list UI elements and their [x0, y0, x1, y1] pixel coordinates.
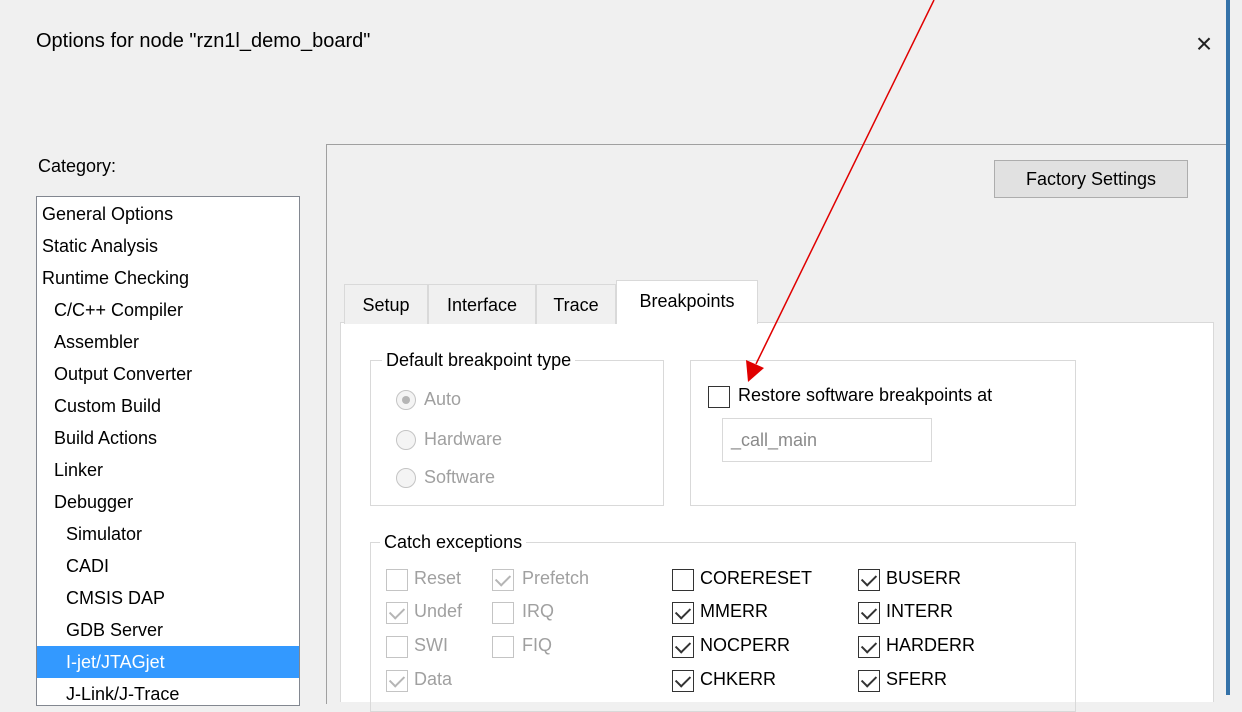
prefetch-label: Prefetch — [522, 568, 590, 588]
buserr-label: BUSERR — [886, 568, 962, 588]
reset-label: Reset — [414, 568, 462, 588]
buserr-checkbox[interactable] — [858, 569, 880, 591]
category-item-gdb-server[interactable]: GDB Server — [37, 614, 299, 646]
check-mark — [860, 570, 878, 587]
irq-label: IRQ — [522, 601, 555, 621]
radio-auto-label: Auto — [424, 389, 462, 409]
tab-setup[interactable]: Setup — [344, 284, 428, 324]
category-label: Category: — [38, 156, 117, 176]
category-item-linker[interactable]: Linker — [37, 454, 299, 486]
prefetch-checkbox[interactable] — [492, 569, 514, 591]
swi-checkbox[interactable] — [386, 636, 408, 658]
category-item-runtime-checking[interactable]: Runtime Checking — [37, 262, 299, 294]
restore-breakpoints-label: Restore software breakpoints at — [738, 385, 993, 405]
window-title: Options for node "rzn1l_demo_board" — [36, 30, 371, 52]
check-mark — [860, 637, 878, 654]
undef-checkbox[interactable] — [386, 602, 408, 624]
tab-trace[interactable]: Trace — [536, 284, 616, 324]
default-breakpoint-title: Default breakpoint type — [382, 350, 576, 371]
category-item-assembler[interactable]: Assembler — [37, 326, 299, 358]
check-mark — [674, 603, 692, 620]
interr-label: INTERR — [886, 601, 953, 621]
radio-auto-dot — [402, 396, 410, 404]
factory-settings-button[interactable]: Factory Settings — [994, 160, 1188, 198]
chkerr-label: CHKERR — [700, 669, 777, 689]
category-item-jlink-jtrace[interactable]: J-Link/J-Trace — [37, 678, 299, 705]
radio-software[interactable] — [396, 468, 416, 488]
nocperr-checkbox[interactable] — [672, 636, 694, 658]
check-mark — [388, 603, 406, 620]
restore-breakpoints-checkbox[interactable] — [708, 386, 730, 408]
data-label: Data — [414, 669, 453, 689]
harderr-label: HARDERR — [886, 635, 976, 655]
radio-hardware[interactable] — [396, 430, 416, 450]
tab-breakpoints[interactable]: Breakpoints — [616, 280, 758, 324]
radio-auto[interactable] — [396, 390, 416, 410]
category-item-custom-build[interactable]: Custom Build — [37, 390, 299, 422]
check-mark — [674, 637, 692, 654]
category-item-static-analysis[interactable]: Static Analysis — [37, 230, 299, 262]
mmerr-checkbox[interactable] — [672, 602, 694, 624]
category-item-ijet-jtagjet[interactable]: I-jet/JTAGjet — [37, 646, 299, 678]
corereset-label: CORERESET — [700, 568, 813, 588]
corereset-checkbox[interactable] — [672, 569, 694, 591]
tab-interface[interactable]: Interface — [428, 284, 536, 324]
category-item-general-options[interactable]: General Options — [37, 198, 299, 230]
check-mark — [860, 603, 878, 620]
category-item-simulator[interactable]: Simulator — [37, 518, 299, 550]
undef-label: Undef — [414, 601, 463, 621]
category-item-build-actions[interactable]: Build Actions — [37, 422, 299, 454]
radio-hardware-label: Hardware — [424, 429, 503, 449]
check-mark — [494, 570, 512, 587]
data-checkbox[interactable] — [386, 670, 408, 692]
restore-location-input[interactable]: _call_main — [722, 418, 932, 462]
interr-checkbox[interactable] — [858, 602, 880, 624]
harderr-checkbox[interactable] — [858, 636, 880, 658]
check-mark — [860, 671, 878, 688]
swi-label: SWI — [414, 635, 448, 655]
radio-software-label: Software — [424, 467, 496, 487]
catch-exceptions-title: Catch exceptions — [380, 532, 527, 553]
mmerr-label: MMERR — [700, 601, 768, 621]
fiq-label: FIQ — [522, 635, 552, 655]
category-item-compiler[interactable]: C/C++ Compiler — [37, 294, 299, 326]
close-icon[interactable]: × — [1184, 24, 1224, 64]
fiq-checkbox[interactable] — [492, 636, 514, 658]
category-item-output-converter[interactable]: Output Converter — [37, 358, 299, 390]
chkerr-checkbox[interactable] — [672, 670, 694, 692]
sferr-label: SFERR — [886, 669, 948, 689]
default-breakpoint-group — [370, 360, 664, 506]
check-mark — [388, 671, 406, 688]
category-item-debugger[interactable]: Debugger — [37, 486, 299, 518]
category-item-cmsis-dap[interactable]: CMSIS DAP — [37, 582, 299, 614]
window-border — [1226, 0, 1230, 695]
category-item-cadi[interactable]: CADI — [37, 550, 299, 582]
reset-checkbox[interactable] — [386, 569, 408, 591]
irq-checkbox[interactable] — [492, 602, 514, 624]
sferr-checkbox[interactable] — [858, 670, 880, 692]
check-mark — [674, 671, 692, 688]
category-list[interactable]: General Options Static Analysis Runtime … — [36, 196, 300, 706]
nocperr-label: NOCPERR — [700, 635, 791, 655]
